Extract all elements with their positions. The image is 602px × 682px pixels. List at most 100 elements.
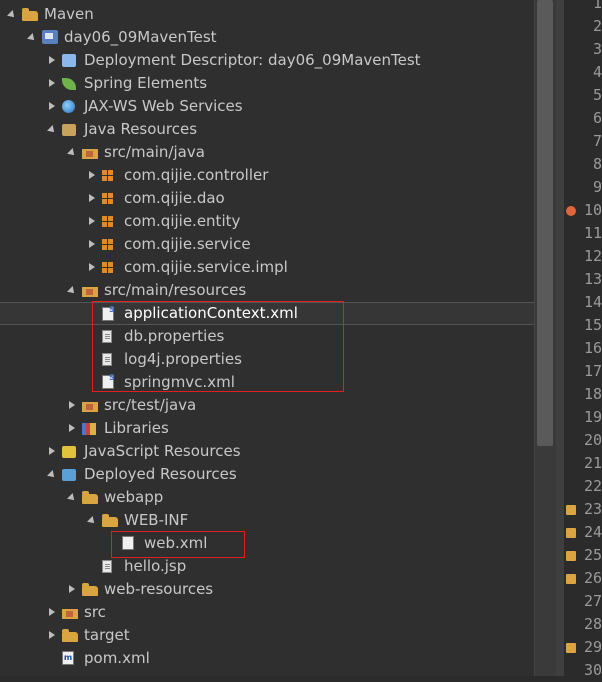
line-number: 24 [583,523,602,541]
line-number: 26 [583,569,602,587]
line-number: 18 [583,385,602,403]
tree-row[interactable]: JAX-WS Web Services [0,95,534,118]
line-number: 6 [592,109,602,127]
tree-row[interactable]: Libraries [0,417,534,440]
tree-row[interactable]: src/main/resources [0,279,534,302]
expanded-arrow-icon[interactable] [66,141,78,164]
tree-row-label: JAX-WS Web Services [84,97,243,115]
tree-row-label: web-resources [104,580,214,598]
line-number: 10 [583,201,602,219]
expanded-arrow-icon[interactable] [46,118,58,141]
tree-row[interactable]: target [0,624,534,647]
panel-divider[interactable] [556,0,564,676]
tree-row[interactable]: WEB-INF [0,509,534,532]
tree-row[interactable]: web-resources [0,578,534,601]
tree-row[interactable]: com.qijie.controller [0,164,534,187]
collapsed-arrow-icon[interactable] [86,210,98,233]
collapsed-arrow-icon[interactable] [86,233,98,256]
tree-row-label: com.qijie.entity [124,212,241,230]
pom-file-icon: m [62,651,74,665]
tree-row-label: hello.jsp [124,557,187,575]
source-folder-icon [82,149,98,159]
tree-row[interactable]: applicationContext.xml [0,302,534,325]
collapsed-arrow-icon[interactable] [86,164,98,187]
tree-row[interactable]: springmvc.xml [0,371,534,394]
tree-row-label: com.qijie.service [124,235,251,253]
collapsed-arrow-icon[interactable] [66,578,78,601]
tree-row-label: src/main/java [104,143,205,161]
tree-row-label: Spring Elements [84,74,208,92]
project-icon [42,30,58,44]
line-number: 22 [583,477,602,495]
line-number: 13 [583,270,602,288]
expanded-arrow-icon[interactable] [6,3,18,26]
tree-row-label: day06_09MavenTest [64,28,217,46]
expanded-arrow-icon[interactable] [66,486,78,509]
expanded-arrow-icon[interactable] [46,463,58,486]
line-number: 5 [592,86,602,104]
tree-row[interactable]: hello.jsp [0,555,534,578]
package-icon [102,239,113,250]
tree-row-label: webapp [104,488,164,506]
tree-row[interactable]: web.xml [0,532,534,555]
package-icon [102,170,113,181]
tree-row-label: log4j.properties [124,350,242,368]
folder-icon [82,491,98,504]
collapsed-arrow-icon[interactable] [86,256,98,279]
line-number: 14 [583,293,602,311]
tree-row-label: target [84,626,130,644]
tree-row-label: src [84,603,106,621]
line-number: 21 [583,454,602,472]
line-number: 27 [583,592,602,610]
tree-row[interactable]: com.qijie.entity [0,210,534,233]
deployed-resources-icon [62,469,76,481]
tree-row-label: Libraries [104,419,169,437]
collapsed-arrow-icon[interactable] [46,624,58,647]
collapsed-arrow-icon[interactable] [46,49,58,72]
scrollbar-thumb[interactable] [537,0,553,446]
tree-row-label: com.qijie.dao [124,189,225,207]
tree-row-label: Deployed Resources [84,465,237,483]
package-icon [102,262,113,273]
tree-row-label: src/main/resources [104,281,247,299]
tree-row[interactable]: day06_09MavenTest [0,26,534,49]
line-number: 28 [583,615,602,633]
tree-row[interactable]: com.qijie.service [0,233,534,256]
tree-row[interactable]: webapp [0,486,534,509]
tree-row-label: db.properties [124,327,225,345]
package-icon [102,193,113,204]
vertical-scrollbar[interactable] [534,0,557,676]
collapsed-arrow-icon[interactable] [66,417,78,440]
collapsed-arrow-icon[interactable] [86,187,98,210]
expanded-arrow-icon[interactable] [66,279,78,302]
collapsed-arrow-icon[interactable] [46,440,58,463]
tree-row[interactable]: JavaScript Resources [0,440,534,463]
tree-row[interactable]: m pom.xml [0,647,534,670]
tree-row-label: Deployment Descriptor: day06_09MavenTest [84,51,421,69]
tree-row[interactable]: src/test/java [0,394,534,417]
folder-icon [22,8,38,21]
tree-row[interactable]: db.properties [0,325,534,348]
collapsed-arrow-icon[interactable] [46,95,58,118]
tree-row[interactable]: com.qijie.service.impl [0,256,534,279]
tree-row[interactable]: Java Resources [0,118,534,141]
tree-row[interactable]: src [0,601,534,624]
tree-row[interactable]: Maven [0,3,534,26]
tree-row[interactable]: Deployed Resources [0,463,534,486]
collapsed-arrow-icon[interactable] [66,394,78,417]
line-number: 2 [592,17,602,35]
source-folder-icon [82,402,98,412]
expanded-arrow-icon[interactable] [26,26,38,49]
tree-row-label: Java Resources [84,120,198,138]
deployment-descriptor-icon [62,54,76,67]
tree-row[interactable]: src/main/java [0,141,534,164]
collapsed-arrow-icon[interactable] [46,72,58,95]
tree-row[interactable]: log4j.properties [0,348,534,371]
collapsed-arrow-icon[interactable] [46,601,58,624]
line-number: 15 [583,316,602,334]
line-number: 30 [583,661,602,679]
tree-row[interactable]: Deployment Descriptor: day06_09MavenTest [0,49,534,72]
expanded-arrow-icon[interactable] [86,509,98,532]
tree-row[interactable]: com.qijie.dao [0,187,534,210]
tree-row[interactable]: Spring Elements [0,72,534,95]
